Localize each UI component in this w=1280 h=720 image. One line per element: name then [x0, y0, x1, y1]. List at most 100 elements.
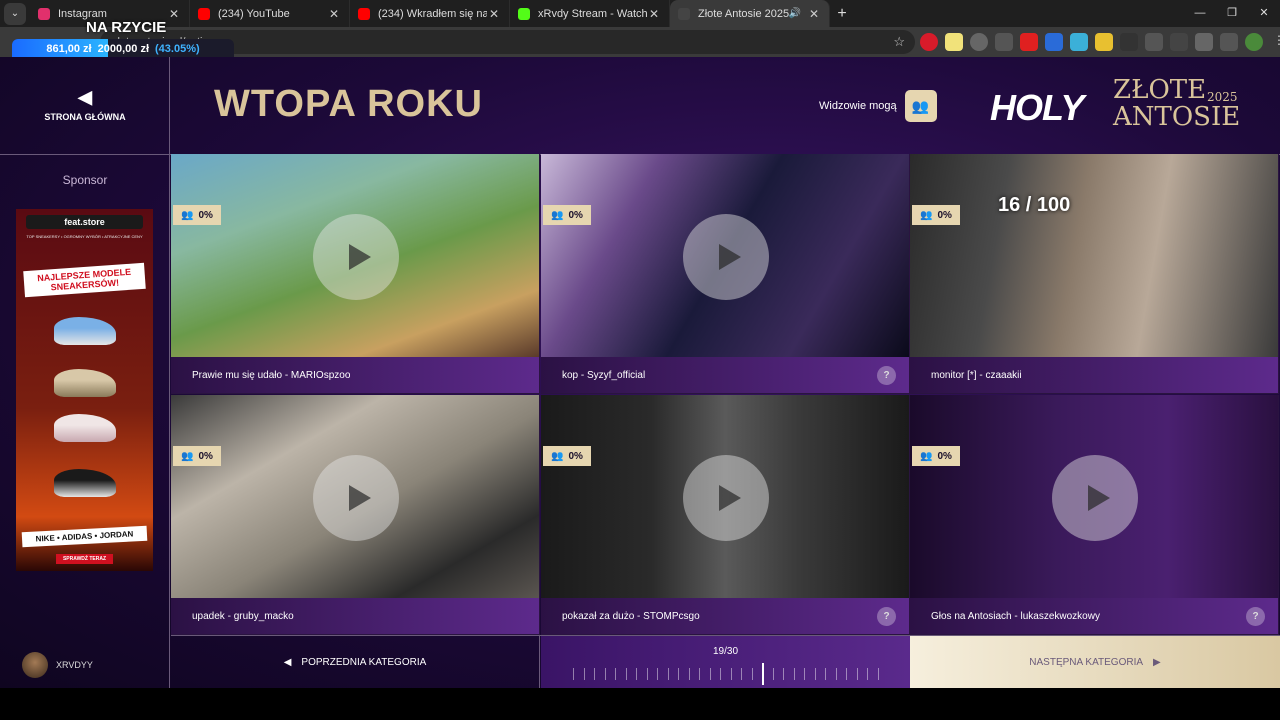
extension-icon[interactable]: [920, 33, 938, 51]
progress-tick: [867, 668, 868, 680]
sponsor-ad-banner[interactable]: feat.store TOP SNEAKERSY • OGROMNY WYBÓR…: [16, 209, 153, 571]
browser-tab[interactable]: (234) Wkradłem się na wyspę Ja✕: [350, 0, 510, 27]
browser-tab[interactable]: Złote Antosie 2025 - Najwię🔊 ✕: [670, 0, 830, 27]
speaker-icon[interactable]: 🔊: [789, 8, 801, 19]
next-category-button[interactable]: NASTĘPNA KATEGORIA ▶: [910, 636, 1280, 688]
progress-tick: [699, 668, 700, 680]
progress-tick: [636, 668, 637, 680]
progress-tick: [626, 668, 627, 680]
progress-tick: [605, 668, 606, 680]
ad-brands: NIKE • ADIDAS • JORDAN: [21, 525, 148, 548]
nominee-card[interactable]: 16 / 100 👥 0% monitor [*] - czaaakii: [910, 154, 1279, 394]
window-controls: — ❐ ✕: [1184, 0, 1280, 27]
progress-tick: [657, 668, 658, 680]
previous-category-button[interactable]: ◀ POPRZEDNIA KATEGORIA: [171, 636, 540, 688]
extension-icon[interactable]: [945, 33, 963, 51]
progress-tick: [573, 668, 574, 680]
vote-percent-badge: 👥 0%: [173, 446, 221, 466]
nominee-card[interactable]: 👥 0% Głos na Antosiach - lukaszekwozkowy?: [910, 395, 1279, 635]
extension-icon[interactable]: [1195, 33, 1213, 51]
logo-line2: ANTOSIE: [1113, 102, 1241, 132]
nominee-title: upadek - gruby_macko: [192, 611, 294, 622]
extension-icon[interactable]: [1095, 33, 1113, 51]
extension-icon[interactable]: [1070, 33, 1088, 51]
help-icon[interactable]: ?: [877, 366, 896, 385]
progress-tick: [794, 668, 795, 680]
close-window-icon[interactable]: ✕: [1248, 0, 1280, 27]
browser-tab[interactable]: xRvdy Stream - Watch Live on Ki✕: [510, 0, 670, 27]
donation-percent: (43.05%): [155, 43, 200, 55]
favicon-icon: [678, 7, 690, 20]
progress-ticks: [573, 663, 879, 685]
progress-tick: [678, 668, 679, 680]
users-icon: 👥: [920, 209, 933, 221]
previous-category-label: POPRZEDNIA KATEGORIA: [301, 657, 427, 668]
help-icon[interactable]: ?: [1246, 607, 1265, 626]
category-footer: ◀ POPRZEDNIA KATEGORIA 19/30 NASTĘPNA KA…: [171, 635, 1280, 688]
help-icon[interactable]: ?: [877, 607, 896, 626]
sponsor-label: Sponsor: [62, 173, 108, 187]
extension-icon[interactable]: [1020, 33, 1038, 51]
vote-percent: 0%: [198, 209, 213, 221]
nominee-caption: upadek - gruby_macko: [171, 598, 539, 634]
avatar: [22, 652, 48, 678]
progress-tick: [878, 668, 879, 680]
close-tab-icon[interactable]: ✕: [327, 7, 341, 21]
tab-title: xRvdy Stream - Watch Live on Ki: [538, 7, 647, 20]
viewers-voting-info[interactable]: Widzowie mogą 👥: [819, 90, 937, 122]
zlote-antosie-logo: ZŁOTE ANTOSIE: [1113, 77, 1240, 131]
nominee-caption: monitor [*] - czaaakii: [910, 357, 1278, 393]
close-tab-icon[interactable]: ✕: [647, 7, 661, 21]
extension-icon[interactable]: [1120, 33, 1138, 51]
progress-tick: [846, 668, 847, 680]
bookmark-star-icon[interactable]: ☆: [893, 34, 905, 50]
nominee-card[interactable]: 👥 0% Prawie mu się udało - MARIOspzoo: [171, 154, 540, 394]
nominee-title: monitor [*] - czaaakii: [931, 370, 1022, 381]
play-button[interactable]: [683, 214, 769, 300]
favicon-icon: [198, 7, 210, 20]
play-button[interactable]: [1052, 455, 1138, 541]
new-tab-button[interactable]: +: [830, 5, 854, 23]
next-category-label: NASTĘPNA KATEGORIA: [1029, 657, 1144, 668]
nominee-caption: Prawie mu się udało - MARIOspzoo: [171, 357, 539, 393]
extension-icon[interactable]: [995, 33, 1013, 51]
minimize-icon[interactable]: —: [1184, 0, 1216, 27]
tab-title: (234) YouTube: [218, 7, 290, 20]
extension-icon[interactable]: [1045, 33, 1063, 51]
tab-title: (234) Wkradłem się na wyspę Ja: [378, 7, 487, 20]
close-tab-icon[interactable]: ✕: [487, 7, 501, 21]
progress-tick: [584, 668, 585, 680]
home-back-button[interactable]: ◀ STRONA GŁÓWNA: [0, 87, 170, 122]
extensions-puzzle-icon[interactable]: [1145, 33, 1163, 51]
vote-percent-badge: 👥 0%: [912, 446, 960, 466]
play-button[interactable]: [683, 455, 769, 541]
donation-goal-text: 861,00 zł 2000,00 zł (43.05%): [12, 43, 234, 55]
nominee-card[interactable]: 👥 0% pokazał za dużo - STOMPcsgo?: [541, 395, 910, 635]
vote-percent-badge: 👥 0%: [543, 205, 591, 225]
extension-icon[interactable]: [1170, 33, 1188, 51]
category-counter: 19/30: [712, 646, 739, 657]
progress-tick: [773, 668, 774, 680]
extension-icon[interactable]: [1220, 33, 1238, 51]
sneaker-image: [54, 414, 116, 442]
tab-search-button[interactable]: ⌄: [4, 2, 26, 25]
play-button[interactable]: [313, 214, 399, 300]
progress-current-marker: [762, 663, 764, 685]
close-tab-icon[interactable]: ✕: [807, 7, 821, 21]
nominees-grid: 👥 0% Prawie mu się udało - MARIOspzoo 👥 0%…: [171, 154, 1280, 635]
profile-avatar[interactable]: [1245, 33, 1263, 51]
browser-menu-icon[interactable]: ⋮: [1270, 33, 1280, 51]
extension-icon[interactable]: [970, 33, 988, 51]
user-profile[interactable]: XRVDYY: [22, 652, 93, 678]
restore-icon[interactable]: ❐: [1216, 0, 1248, 27]
progress-tick: [825, 668, 826, 680]
voting-page: ◀ STRONA GŁÓWNA Sponsor feat.store TOP S…: [0, 57, 1280, 688]
progress-tick: [783, 668, 784, 680]
play-button[interactable]: [313, 455, 399, 541]
nominee-card[interactable]: 👥 0% upadek - gruby_macko: [171, 395, 540, 635]
favicon-icon: [38, 7, 50, 20]
vote-percent-badge: 👥 0%: [173, 205, 221, 225]
nominee-card[interactable]: 👥 0% kop - Syzyf_official?: [541, 154, 910, 394]
browser-tab[interactable]: (234) YouTube ✕: [190, 0, 350, 27]
close-tab-icon[interactable]: ✕: [167, 7, 181, 21]
